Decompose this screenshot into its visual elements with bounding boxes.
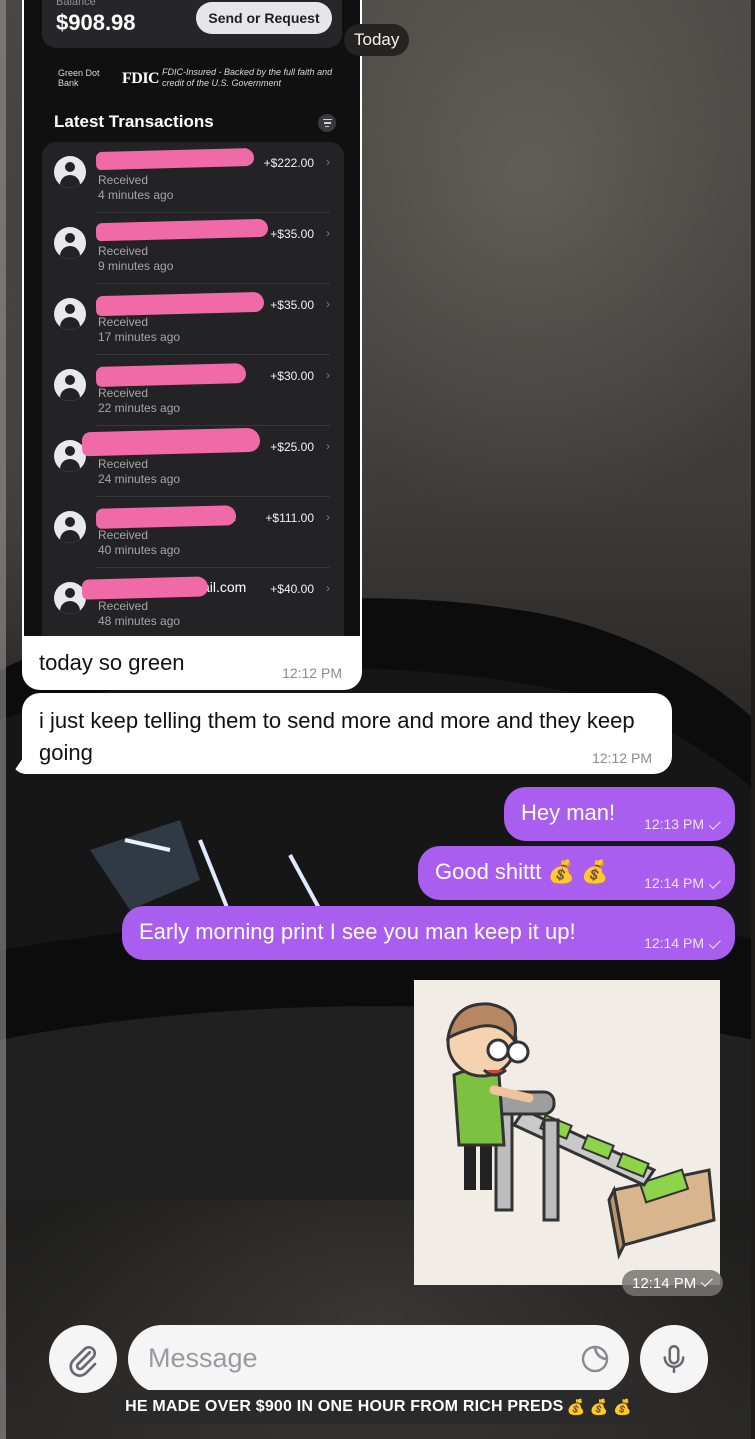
transaction-status: Received (98, 599, 149, 613)
fdic-disclaimer: FDIC-Insured - Backed by the full faith … (162, 67, 333, 88)
window-edge (0, 0, 6, 1439)
avatar-icon (54, 511, 86, 543)
transaction-amount: +$25.00 (270, 440, 314, 454)
avatar-icon (54, 369, 86, 401)
transaction-status: Received (98, 457, 149, 471)
message-text: i just keep telling them to send more an… (39, 708, 635, 765)
message-placeholder: Message (148, 1343, 258, 1373)
chevron-right-icon: › (326, 297, 330, 311)
transaction-status: Received (98, 173, 149, 187)
transaction-amount: +$35.00 (270, 298, 314, 312)
chevron-right-icon: › (326, 581, 330, 595)
transaction-row: om +$111.00 › Received 40 minutes ago (42, 497, 344, 568)
sticker-time: 12:14 PM (622, 1270, 724, 1296)
message-time: 12:14 PM (644, 875, 721, 891)
redaction-mark (81, 427, 261, 457)
balance-card: Balance $908.98 Send or Request (42, 0, 342, 48)
window-edge (751, 0, 755, 1439)
avatar-icon (54, 156, 86, 188)
transaction-status: Received (98, 244, 149, 258)
transaction-time: 24 minutes ago (98, 472, 181, 486)
message-time: 12:12 PM (282, 665, 342, 681)
read-check-icon (708, 817, 721, 830)
transaction-time: 9 minutes ago (98, 259, 174, 273)
transaction-list: com +$222.00 › Received 4 minutes ago +$… (42, 142, 344, 636)
transaction-time: 22 minutes ago (98, 401, 181, 415)
transaction-status: Received (98, 528, 149, 542)
latest-transactions-title: Latest Transactions (54, 112, 214, 131)
transaction-status: Received (98, 386, 149, 400)
incoming-media-message[interactable]: Balance $908.98 Send or Request Green Do… (22, 0, 362, 690)
read-check-icon (708, 876, 721, 889)
outgoing-message[interactable]: Early morning print I see you man keep i… (122, 906, 735, 960)
transaction-time: 17 minutes ago (98, 330, 181, 344)
avatar-icon (54, 227, 86, 259)
transaction-row: ail.com +$40.00 › Received 48 minutes ag… (42, 568, 344, 636)
read-check-icon (701, 1274, 714, 1287)
sticker-icon[interactable] (579, 1343, 611, 1375)
redaction-mark (95, 363, 247, 387)
transaction-row: +$35.00 › Received 9 minutes ago (42, 213, 344, 284)
message-time: 12:12 PM (592, 750, 652, 766)
transaction-row: +$35.00 › Received 17 minutes ago (42, 284, 344, 355)
redaction-mark (95, 505, 237, 529)
paperclip-icon (69, 1345, 97, 1377)
chevron-right-icon: › (326, 226, 330, 240)
transaction-amount: +$222.00 (263, 156, 314, 170)
transaction-row: com +$222.00 › Received 4 minutes ago (42, 142, 344, 213)
money-printer-sticker[interactable] (414, 980, 720, 1285)
outgoing-message[interactable]: Hey man! 12:13 PM (504, 787, 735, 841)
message-text: Good shittt 💰 💰 (435, 859, 609, 884)
transaction-time: 4 minutes ago (98, 188, 174, 202)
incoming-message[interactable]: i just keep telling them to send more an… (12, 693, 672, 774)
transaction-amount: +$111.00 (265, 511, 314, 525)
send-or-request-button: Send or Request (196, 2, 332, 34)
transaction-row: +$30.00 › Received 22 minutes ago (42, 355, 344, 426)
transaction-amount: +$30.00 (270, 369, 314, 383)
message-time: 12:14 PM (644, 935, 721, 951)
chevron-right-icon: › (326, 510, 330, 524)
transaction-name: ail.com (202, 579, 247, 595)
redaction-mark (95, 218, 269, 242)
redaction-mark (81, 576, 209, 600)
banner-text: HE MADE OVER $900 IN ONE HOUR FROM RICH … (125, 1398, 564, 1415)
message-text: Hey man! (521, 800, 616, 825)
message-text: Early morning print I see you man keep i… (139, 919, 576, 944)
transaction-amount: +$40.00 (270, 582, 314, 596)
transaction-amount: +$35.00 (270, 227, 314, 241)
outgoing-message[interactable]: Good shittt 💰 💰 12:14 PM (418, 846, 735, 900)
money-bag-emojis: 💰 💰 💰 (566, 1399, 632, 1416)
fdic-logo: FDIC (122, 70, 160, 87)
voice-message-button[interactable] (640, 1325, 708, 1393)
transaction-time: 48 minutes ago (98, 614, 181, 628)
microphone-icon (663, 1344, 685, 1374)
date-label: Today (344, 24, 410, 56)
transaction-time: 40 minutes ago (98, 543, 181, 557)
read-check-icon (708, 936, 721, 949)
avatar-icon (54, 298, 86, 330)
chevron-right-icon: › (326, 368, 330, 382)
message-time: 12:13 PM (644, 816, 721, 832)
overlay-caption-banner: HE MADE OVER $900 IN ONE HOUR FROM RICH … (119, 1390, 638, 1424)
balance-value: $908.98 (56, 10, 136, 35)
redaction-mark (95, 291, 265, 317)
filter-icon (318, 114, 336, 132)
transaction-row: +$25.00 › Received 24 minutes ago (42, 426, 344, 497)
balance-label: Balance (56, 0, 96, 8)
bank-info-row: Green Dot Bank FDIC FDIC-Insured - Backe… (58, 66, 348, 96)
transaction-status: Received (98, 315, 149, 329)
bank-app-screenshot[interactable]: Balance $908.98 Send or Request Green Do… (24, 0, 360, 636)
chevron-right-icon: › (326, 155, 330, 169)
message-caption: today so green (39, 650, 185, 675)
attach-button[interactable] (49, 1325, 117, 1393)
chevron-right-icon: › (326, 439, 330, 453)
message-input[interactable]: Message (128, 1325, 629, 1393)
bank-name: Green Dot Bank (58, 68, 100, 88)
